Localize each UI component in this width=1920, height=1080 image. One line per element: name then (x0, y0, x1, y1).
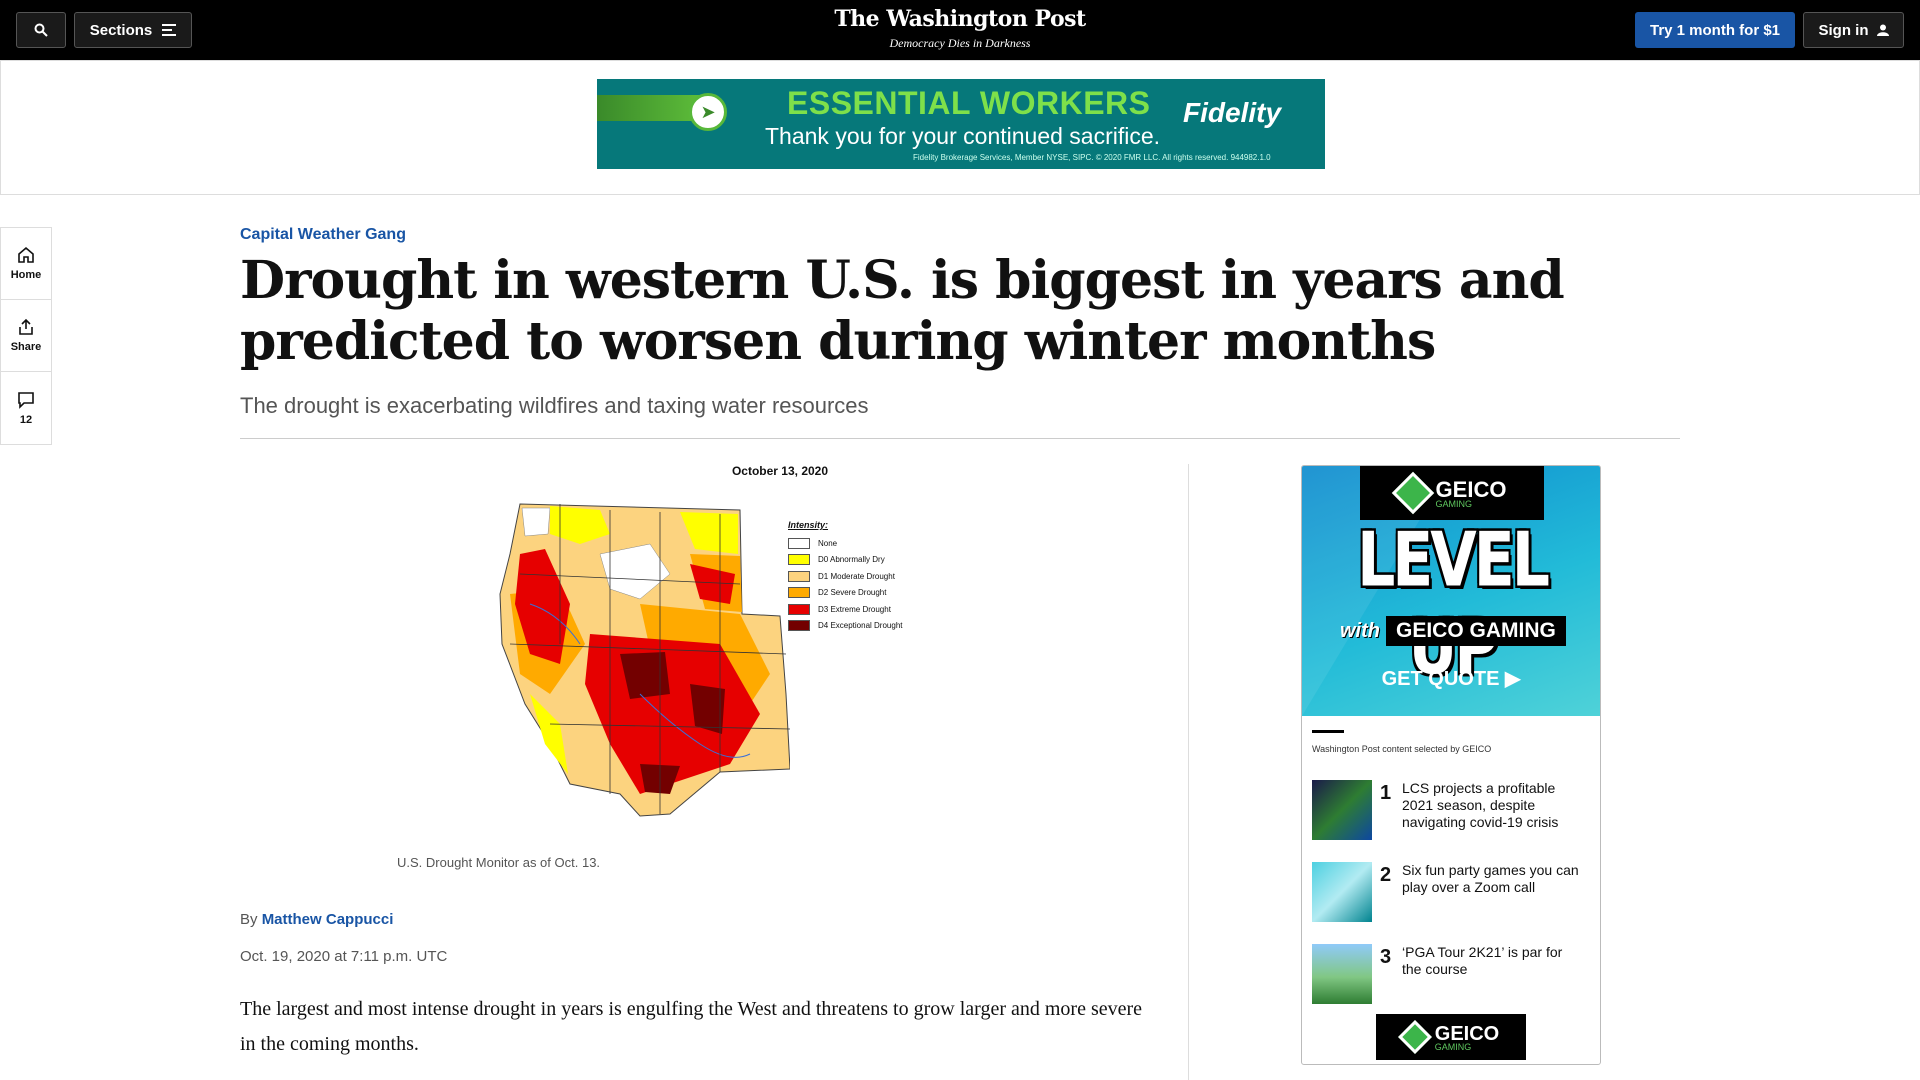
map-date: October 13, 2020 (731, 464, 829, 478)
legend-label: D0 Abnormally Dry (818, 555, 885, 565)
geico-logo-text: GEICO GAMING (1436, 477, 1507, 509)
legend-row: D0 Abnormally Dry (788, 552, 903, 569)
left-action-rail: Home Share 12 (0, 227, 52, 445)
sign-in-label: Sign in (1818, 21, 1869, 39)
share-button[interactable]: Share (1, 300, 51, 372)
drought-map-image (499, 503, 790, 817)
legend-swatch (788, 554, 810, 566)
geico-gaming-tag: GEICO GAMING (1386, 616, 1566, 646)
map-caption: U.S. Drought Monitor as of Oct. 13. (397, 855, 601, 870)
legend-row: None (788, 535, 903, 552)
legend-swatch (788, 620, 810, 632)
item-number: 3 (1380, 946, 1392, 968)
sponsored-article-list: 1 LCS projects a profitable 2021 season,… (1312, 780, 1592, 1026)
fidelity-banner-ad[interactable]: ➤ ESSENTIAL WORKERS Thank you for your c… (597, 79, 1325, 169)
comments-button[interactable]: 12 (1, 372, 51, 444)
home-button[interactable]: Home (1, 228, 51, 300)
item-number: 1 (1380, 782, 1392, 804)
legend-label: D1 Moderate Drought (818, 571, 895, 581)
ad-label-rule (1312, 730, 1344, 733)
legend-label: None (818, 538, 838, 548)
subscribe-button[interactable]: Try 1 month for $1 (1635, 12, 1795, 48)
sections-label: Sections (89, 21, 153, 39)
sign-in-button[interactable]: Sign in (1803, 12, 1904, 48)
article-subheadline: The drought is exacerbating wildfires an… (240, 393, 869, 418)
play-arrow-icon: ➤ (689, 93, 727, 131)
sponsored-item[interactable]: 2 Six fun party games you can play over … (1312, 862, 1592, 944)
search-button[interactable] (16, 12, 66, 48)
share-icon (19, 318, 33, 335)
sponsored-item[interactable]: 1 LCS projects a profitable 2021 season,… (1312, 780, 1592, 862)
drought-map-figure: October 13, 2020 Intensity: None D0 Abno… (490, 464, 970, 834)
top-navigation-bar: Sections The Washington Post Democracy D… (0, 0, 1920, 60)
legend-row: D3 Extreme Drought (788, 601, 903, 618)
legend-swatch (788, 587, 810, 599)
legend-swatch (788, 570, 810, 582)
masthead[interactable]: The Washington Post Democracy Dies in Da… (760, 6, 1160, 51)
publish-date: Oct. 19, 2020 at 7:11 p.m. UTC (240, 948, 448, 965)
home-icon (18, 246, 34, 263)
with-text: with (1340, 619, 1380, 642)
legend-title: Intensity: (788, 520, 829, 530)
legend-row: D2 Severe Drought (788, 585, 903, 602)
ad-brand-logo: Fidelity (1183, 97, 1282, 128)
byline-prefix: By (240, 911, 258, 928)
sponsored-thumbnail[interactable] (1312, 862, 1372, 922)
share-label: Share (10, 341, 42, 353)
sponsored-thumbnail[interactable] (1312, 944, 1372, 1004)
sponsored-thumbnail[interactable] (1312, 780, 1372, 840)
item-number: 2 (1380, 864, 1392, 886)
search-icon (34, 23, 48, 37)
legend-label: D3 Extreme Drought (818, 604, 891, 614)
hamburger-menu-icon (162, 24, 177, 36)
home-label: Home (10, 269, 42, 281)
sections-menu-button[interactable]: Sections (74, 12, 192, 48)
ad-subline: Thank you for your continued sacrifice. (765, 123, 1161, 149)
legend-swatch (788, 603, 810, 615)
byline: By Matthew Cappucci (240, 911, 393, 928)
top-ad-band: ➤ ESSENTIAL WORKERS Thank you for your c… (0, 60, 1920, 195)
author-link[interactable]: Matthew Cappucci (262, 911, 394, 928)
legend-label: D2 Severe Drought (818, 588, 887, 598)
geico-gaming-logo: GEICO GAMING (1360, 466, 1544, 520)
comments-count: 12 (19, 413, 33, 426)
section-kicker-link[interactable]: Capital Weather Gang (240, 226, 406, 244)
ad-fine-print: Fidelity Brokerage Services, Member NYSE… (913, 153, 1271, 162)
geico-diamond-icon (1391, 471, 1434, 515)
geico-hero-banner[interactable]: GEICO GAMING LEVEL UP with GEICO GAMING G… (1302, 466, 1600, 716)
sponsored-label: Washington Post content selected by GEIC… (1312, 744, 1492, 754)
legend-row: D4 Exceptional Drought (788, 618, 903, 635)
user-icon (1876, 24, 1889, 36)
article-paragraph: The largest and most intense drought in … (240, 998, 1143, 1055)
map-region-none-2 (521, 507, 551, 537)
comment-icon (18, 391, 34, 409)
with-geico-line: with GEICO GAMING (1340, 616, 1566, 646)
sponsored-item-title[interactable]: LCS projects a profitable 2021 season, d… (1402, 780, 1582, 831)
sponsored-item-title[interactable]: ‘PGA Tour 2K21’ is par for the course (1402, 944, 1582, 978)
legend-label: D4 Exceptional Drought (818, 621, 903, 631)
get-quote-button[interactable]: GET QUOTE ▶ (1302, 666, 1600, 691)
column-divider (1188, 464, 1189, 1080)
article-headline: Drought in western U.S. is biggest in ye… (240, 250, 1565, 372)
legend-swatch (788, 537, 810, 549)
site-logo[interactable]: The Washington Post (760, 6, 1160, 32)
map-legend: Intensity: None D0 Abnormally Dry D1 Mod… (788, 520, 903, 634)
geico-side-ad[interactable]: GEICO GAMING LEVEL UP with GEICO GAMING G… (1301, 465, 1601, 1065)
header-divider (240, 438, 1680, 439)
geico-diamond-icon (1397, 1020, 1432, 1054)
geico-gaming-logo-bottom[interactable]: GEICO GAMING (1376, 1014, 1526, 1060)
geico-logo-text: GEICO GAMING (1435, 1023, 1499, 1052)
ad-headline: ESSENTIAL WORKERS (787, 85, 1151, 121)
legend-row: D1 Moderate Drought (788, 568, 903, 585)
site-tagline: Democracy Dies in Darkness (889, 36, 1031, 50)
sponsored-item-title[interactable]: Six fun party games you can play over a … (1402, 862, 1582, 896)
